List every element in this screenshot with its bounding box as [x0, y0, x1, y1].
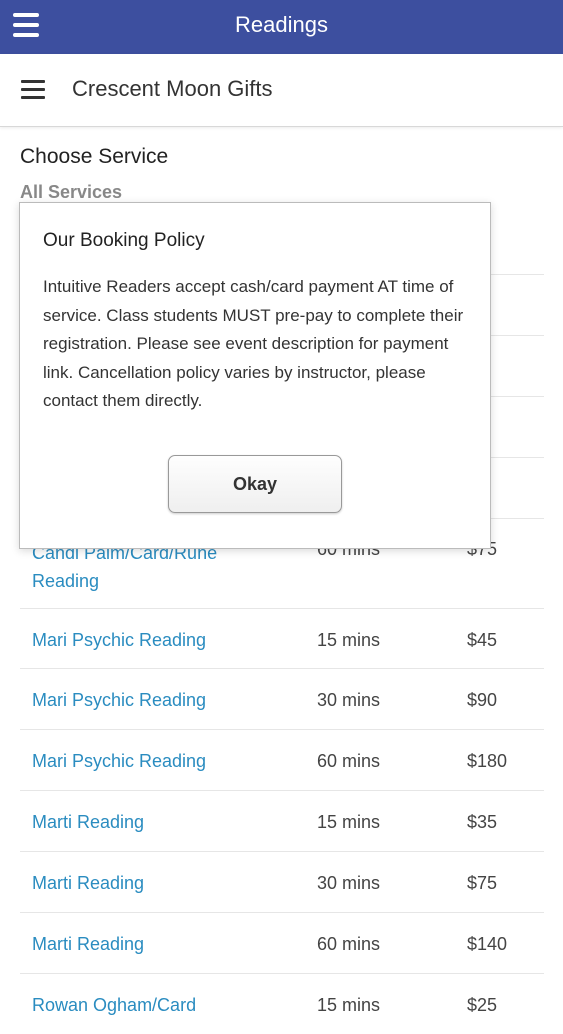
okay-button[interactable]: Okay: [168, 455, 342, 513]
app-title: Readings: [235, 12, 328, 37]
dialog-message: Intuitive Readers accept cash/card payme…: [43, 277, 464, 410]
dialog-title: Our Booking Policy: [43, 230, 205, 251]
service-duration: 15 mins: [317, 995, 381, 1015]
hamburger-menu-icon[interactable]: [21, 80, 45, 100]
service-duration: 60 mins: [317, 751, 381, 771]
service-price: $180: [467, 751, 508, 771]
service-name[interactable]: Marti Reading: [32, 934, 144, 955]
service-name[interactable]: Marti Reading: [32, 873, 144, 894]
service-duration: 15 mins: [317, 812, 381, 832]
table-row[interactable]: Marti Reading 30 mins $75: [20, 852, 544, 913]
service-name[interactable]: Mari Psychic Reading: [32, 751, 206, 772]
service-price: $35: [467, 812, 498, 832]
table-row[interactable]: Marti Reading 60 mins $140: [20, 913, 544, 974]
service-name[interactable]: Rowan Ogham/Card: [32, 995, 196, 1016]
service-price: $75: [467, 873, 498, 893]
business-header: Crescent Moon Gifts: [0, 54, 563, 127]
service-name[interactable]: Mari Psychic Reading: [32, 690, 206, 711]
table-row[interactable]: Mari Psychic Reading 60 mins $180: [20, 730, 544, 791]
service-price: $45: [467, 630, 498, 650]
table-row[interactable]: Rowan Ogham/Card 15 mins $25: [20, 974, 544, 1034]
service-name[interactable]: Mari Psychic Reading: [32, 630, 206, 651]
table-row[interactable]: Mari Psychic Reading 30 mins $90: [20, 669, 544, 730]
service-duration: 60 mins: [317, 934, 381, 954]
services-filter[interactable]: All Services: [20, 182, 122, 203]
table-row[interactable]: Mari Psychic Reading 15 mins $45: [20, 609, 544, 669]
service-duration: 30 mins: [317, 690, 381, 710]
service-price: $90: [467, 690, 498, 710]
service-price: $140: [467, 934, 508, 954]
page-title: Choose Service: [20, 145, 169, 168]
service-duration: 15 mins: [317, 630, 381, 650]
table-row[interactable]: Marti Reading 15 mins $35: [20, 791, 544, 852]
service-price: $25: [467, 995, 498, 1015]
booking-policy-dialog: Our Booking Policy Intuitive Readers acc…: [19, 202, 491, 549]
service-duration: 30 mins: [317, 873, 381, 893]
business-name: Crescent Moon Gifts: [72, 76, 273, 101]
service-name[interactable]: Marti Reading: [32, 812, 144, 833]
app-bar: Readings: [0, 0, 563, 54]
